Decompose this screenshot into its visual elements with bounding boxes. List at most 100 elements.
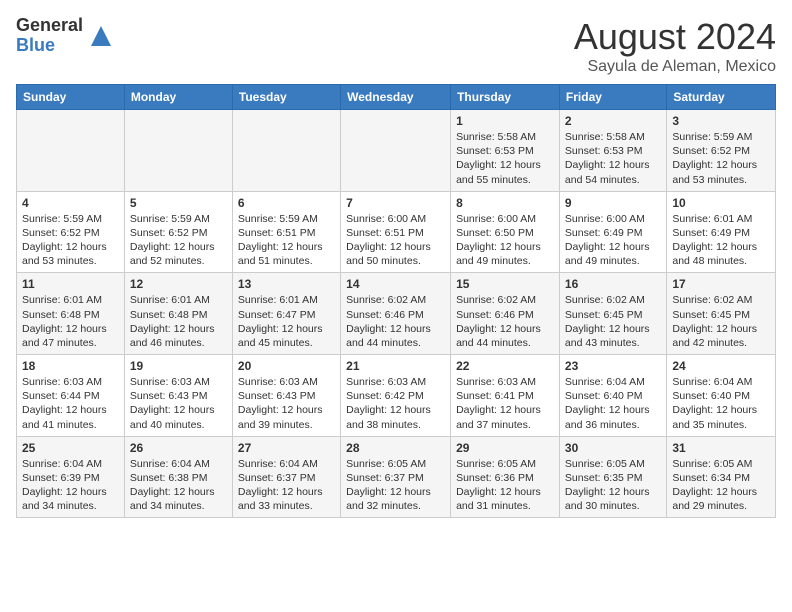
header-row: SundayMondayTuesdayWednesdayThursdayFrid… [17, 85, 776, 110]
day-info: Sunrise: 6:00 AM Sunset: 6:50 PM Dayligh… [456, 213, 541, 268]
day-number: 10 [672, 196, 770, 210]
day-number: 13 [238, 277, 335, 291]
day-info: Sunrise: 6:02 AM Sunset: 6:45 PM Dayligh… [672, 294, 757, 349]
day-number: 8 [456, 196, 554, 210]
day-info: Sunrise: 5:58 AM Sunset: 6:53 PM Dayligh… [456, 131, 541, 186]
day-cell: 30Sunrise: 6:05 AM Sunset: 6:35 PM Dayli… [559, 436, 666, 518]
week-row-3: 11Sunrise: 6:01 AM Sunset: 6:48 PM Dayli… [17, 273, 776, 355]
day-cell: 20 Sunrise: 6:03 AM Sunset: 6:43 PM Dayli… [232, 355, 340, 437]
logo-icon [87, 22, 115, 50]
week-row-1: 1 Sunrise: 5:58 AM Sunset: 6:53 PM Daylig… [17, 110, 776, 192]
day-cell: 4 Sunrise: 5:59 AM Sunset: 6:52 PM Daylig… [17, 191, 125, 273]
day-cell [124, 110, 232, 192]
day-cell: 13Sunrise: 6:01 AM Sunset: 6:47 PM Dayli… [232, 273, 340, 355]
day-info: Sunrise: 6:03 AM Sunset: 6:44 PM Dayligh… [22, 376, 107, 431]
day-number: 29 [456, 441, 554, 455]
page-header: General Blue August 2024 Sayula de Alema… [16, 16, 776, 76]
day-number: 5 [130, 196, 227, 210]
header-day-monday: Monday [124, 85, 232, 110]
day-cell: 29 Sunrise: 6:05 AM Sunset: 6:36 PM Dayli… [451, 436, 560, 518]
day-number: 15 [456, 277, 554, 291]
day-cell [17, 110, 125, 192]
header-day-wednesday: Wednesday [341, 85, 451, 110]
day-info: Sunrise: 6:01 AM Sunset: 6:49 PM Dayligh… [672, 213, 757, 268]
week-row-2: 4 Sunrise: 5:59 AM Sunset: 6:52 PM Daylig… [17, 191, 776, 273]
day-number: 17 [672, 277, 770, 291]
logo-blue: Blue [16, 36, 83, 56]
day-number: 3 [672, 114, 770, 128]
day-info: Sunrise: 6:04 AM Sunset: 6:37 PM Dayligh… [238, 458, 323, 513]
day-info: Sunrise: 6:01 AM Sunset: 6:48 PM Dayligh… [130, 294, 215, 349]
day-cell: 5 Sunrise: 5:59 AM Sunset: 6:52 PM Daylig… [124, 191, 232, 273]
day-number: 26 [130, 441, 227, 455]
day-info: Sunrise: 6:02 AM Sunset: 6:46 PM Dayligh… [346, 294, 431, 349]
month-title: August 2024 [574, 16, 776, 58]
day-info: Sunrise: 5:59 AM Sunset: 6:52 PM Dayligh… [672, 131, 757, 186]
day-info: Sunrise: 6:00 AM Sunset: 6:49 PM Dayligh… [565, 213, 650, 268]
day-number: 9 [565, 196, 661, 210]
day-cell: 1 Sunrise: 5:58 AM Sunset: 6:53 PM Daylig… [451, 110, 560, 192]
day-number: 14 [346, 277, 445, 291]
week-row-5: 25Sunrise: 6:04 AM Sunset: 6:39 PM Dayli… [17, 436, 776, 518]
day-cell: 15 Sunrise: 6:02 AM Sunset: 6:46 PM Dayli… [451, 273, 560, 355]
day-info: Sunrise: 5:58 AM Sunset: 6:53 PM Dayligh… [565, 131, 650, 186]
header-day-saturday: Saturday [667, 85, 776, 110]
day-cell: 19Sunrise: 6:03 AM Sunset: 6:43 PM Dayli… [124, 355, 232, 437]
day-info: Sunrise: 5:59 AM Sunset: 6:52 PM Dayligh… [130, 213, 215, 268]
day-info: Sunrise: 6:05 AM Sunset: 6:36 PM Dayligh… [456, 458, 541, 513]
header-day-friday: Friday [559, 85, 666, 110]
week-row-4: 18Sunrise: 6:03 AM Sunset: 6:44 PM Dayli… [17, 355, 776, 437]
day-info: Sunrise: 6:05 AM Sunset: 6:34 PM Dayligh… [672, 458, 757, 513]
day-number: 6 [238, 196, 335, 210]
day-number: 23 [565, 359, 661, 373]
day-info: Sunrise: 6:02 AM Sunset: 6:46 PM Dayligh… [456, 294, 541, 349]
header-day-tuesday: Tuesday [232, 85, 340, 110]
day-cell: 10 Sunrise: 6:01 AM Sunset: 6:49 PM Dayli… [667, 191, 776, 273]
day-cell: 11Sunrise: 6:01 AM Sunset: 6:48 PM Dayli… [17, 273, 125, 355]
day-info: Sunrise: 6:01 AM Sunset: 6:48 PM Dayligh… [22, 294, 107, 349]
day-info: Sunrise: 6:03 AM Sunset: 6:42 PM Dayligh… [346, 376, 431, 431]
day-cell: 18Sunrise: 6:03 AM Sunset: 6:44 PM Dayli… [17, 355, 125, 437]
calendar-body: 1 Sunrise: 5:58 AM Sunset: 6:53 PM Daylig… [17, 110, 776, 518]
day-cell: 6 Sunrise: 5:59 AM Sunset: 6:51 PM Daylig… [232, 191, 340, 273]
title-area: August 2024 Sayula de Aleman, Mexico [574, 16, 776, 76]
day-number: 31 [672, 441, 770, 455]
day-number: 12 [130, 277, 227, 291]
calendar-table: SundayMondayTuesdayWednesdayThursdayFrid… [16, 84, 776, 518]
day-info: Sunrise: 6:02 AM Sunset: 6:45 PM Dayligh… [565, 294, 650, 349]
logo-general: General [16, 16, 83, 36]
calendar-header: SundayMondayTuesdayWednesdayThursdayFrid… [17, 85, 776, 110]
day-cell: 28Sunrise: 6:05 AM Sunset: 6:37 PM Dayli… [341, 436, 451, 518]
day-cell: 8 Sunrise: 6:00 AM Sunset: 6:50 PM Daylig… [451, 191, 560, 273]
day-info: Sunrise: 6:03 AM Sunset: 6:43 PM Dayligh… [238, 376, 323, 431]
day-number: 20 [238, 359, 335, 373]
location-title: Sayula de Aleman, Mexico [574, 58, 776, 76]
day-number: 22 [456, 359, 554, 373]
day-number: 4 [22, 196, 119, 210]
day-cell: 12 Sunrise: 6:01 AM Sunset: 6:48 PM Dayli… [124, 273, 232, 355]
day-number: 2 [565, 114, 661, 128]
day-info: Sunrise: 5:59 AM Sunset: 6:52 PM Dayligh… [22, 213, 107, 268]
day-number: 16 [565, 277, 661, 291]
day-cell: 21 Sunrise: 6:03 AM Sunset: 6:42 PM Dayli… [341, 355, 451, 437]
day-info: Sunrise: 6:05 AM Sunset: 6:37 PM Dayligh… [346, 458, 431, 513]
day-cell: 26 Sunrise: 6:04 AM Sunset: 6:38 PM Dayli… [124, 436, 232, 518]
header-day-thursday: Thursday [451, 85, 560, 110]
day-cell: 3 Sunrise: 5:59 AM Sunset: 6:52 PM Daylig… [667, 110, 776, 192]
day-info: Sunrise: 6:03 AM Sunset: 6:41 PM Dayligh… [456, 376, 541, 431]
day-number: 25 [22, 441, 119, 455]
day-info: Sunrise: 6:04 AM Sunset: 6:38 PM Dayligh… [130, 458, 215, 513]
day-cell: 27 Sunrise: 6:04 AM Sunset: 6:37 PM Dayli… [232, 436, 340, 518]
day-info: Sunrise: 6:04 AM Sunset: 6:40 PM Dayligh… [565, 376, 650, 431]
day-number: 21 [346, 359, 445, 373]
header-day-sunday: Sunday [17, 85, 125, 110]
day-info: Sunrise: 6:04 AM Sunset: 6:40 PM Dayligh… [672, 376, 757, 431]
day-number: 1 [456, 114, 554, 128]
day-cell: 24 Sunrise: 6:04 AM Sunset: 6:40 PM Dayli… [667, 355, 776, 437]
day-cell: 7Sunrise: 6:00 AM Sunset: 6:51 PM Daylig… [341, 191, 451, 273]
day-info: Sunrise: 6:00 AM Sunset: 6:51 PM Dayligh… [346, 213, 431, 268]
logo-text: General Blue [16, 16, 83, 56]
day-number: 24 [672, 359, 770, 373]
day-number: 27 [238, 441, 335, 455]
day-info: Sunrise: 5:59 AM Sunset: 6:51 PM Dayligh… [238, 213, 323, 268]
